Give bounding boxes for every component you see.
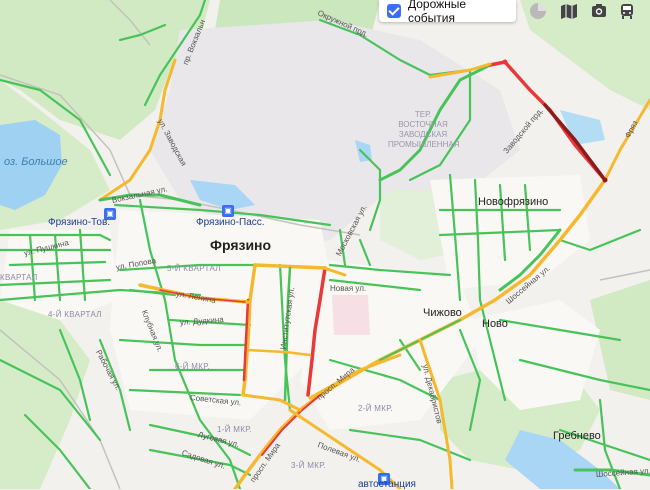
transport-icon [621, 4, 633, 19]
station-label-fryazino-tov[interactable]: Фрязино-Тов. [48, 217, 110, 228]
map-canvas[interactable] [0, 0, 650, 489]
district-label-mkr1: 1-Й МКР. [217, 425, 252, 434]
traffic-events-checkbox[interactable] [387, 4, 401, 18]
bus-stop-label[interactable]: автостанция [358, 479, 416, 490]
hospital-area [332, 295, 370, 335]
lake-label: оз. Большое [4, 156, 68, 168]
station-label-fryazino-pass[interactable]: Фрязино-Пасс. [196, 217, 265, 228]
camera-button[interactable] [586, 0, 612, 22]
district-label-q5: 5-Й КВАРТАЛ [167, 264, 221, 273]
place-label-novo: Ново [482, 318, 508, 330]
traffic-level-icon [530, 3, 546, 19]
traffic-events-label: Дорожные события [407, 0, 467, 25]
district-label-mkr6: 6-Й МКР. [175, 362, 210, 371]
train-station-icon[interactable]: ▣ [222, 205, 234, 217]
traffic-level-button[interactable] [525, 0, 551, 22]
industrial-zone-label: ТЕР. ВОСТОЧНАЯ ЗАВОДСКАЯ ПРОМЫШЛЕННАЯ [388, 110, 460, 149]
district-label-mkr3: 3-Й МКР. [291, 461, 326, 470]
district-label-q4: 4-Й КВАРТАЛ [48, 310, 102, 319]
district-label-mkr2: 2-Й МКР. [358, 404, 393, 413]
district-label-kvartal: КВАРТАЛ [0, 273, 38, 282]
place-label-chizhovo: Чижово [423, 307, 462, 319]
map-layers-icon [561, 4, 577, 19]
camera-icon [592, 4, 606, 17]
transport-button[interactable] [614, 0, 640, 22]
traffic-events-toggle[interactable]: Дорожные события [379, 0, 516, 25]
city-label: Фрязино [210, 237, 272, 253]
place-label-novofryazino: Новофрязино [478, 196, 549, 208]
map-layers-button[interactable] [556, 0, 582, 22]
street-label-novaya: Новая ул. [330, 284, 367, 293]
place-label-grebnevo: Гребнево [553, 430, 601, 442]
